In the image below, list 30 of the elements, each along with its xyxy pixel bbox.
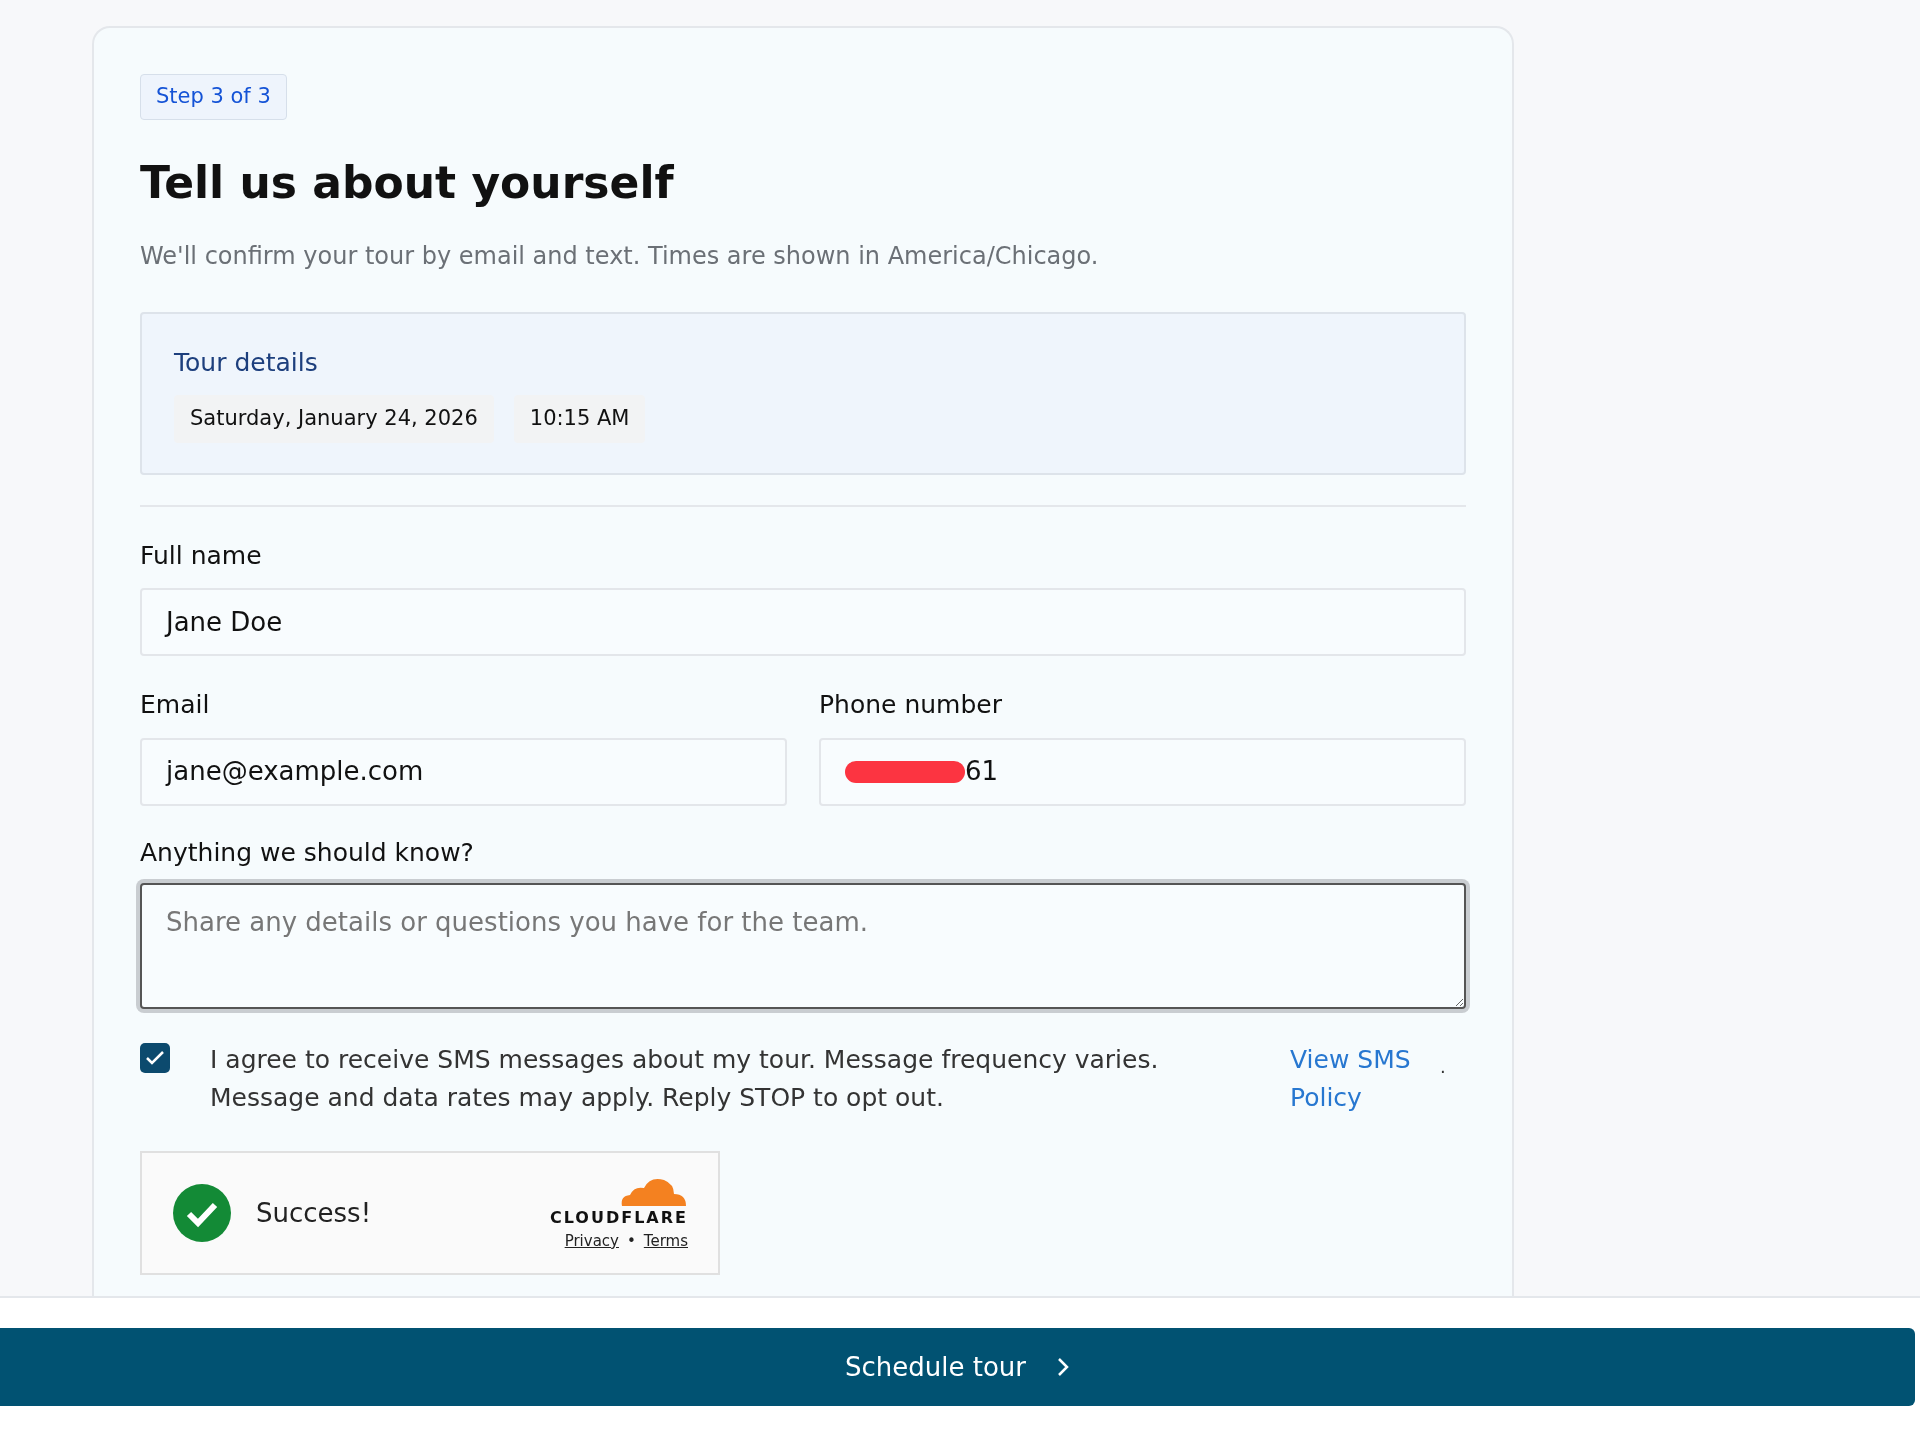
detail-chip: Saturday, January 24, 2026	[174, 395, 494, 443]
captcha-brand: CLOUDFLARE	[550, 1206, 688, 1229]
checkbox[interactable]	[140, 1043, 170, 1073]
link-separator: •	[626, 1230, 636, 1252]
field-value: Jane Doe	[166, 605, 283, 639]
trailing-period: .	[1440, 1055, 1446, 1079]
page-title: Tell us about yourself	[140, 155, 675, 210]
consent-text: I agree to receive SMS messages about my tour. Message frequency varies. Message and data rates may apply. Reply STOP to opt out.	[210, 1044, 1160, 1114]
panel-heading: Tour details	[174, 346, 319, 379]
field-value: 61	[965, 755, 999, 788]
field-label: Anything we should know?	[140, 836, 475, 869]
field-label: Full name	[140, 539, 263, 572]
captcha-status: Success!	[256, 1196, 372, 1230]
sms-policy-link[interactable]: View SMS Policy	[1290, 1041, 1430, 1117]
privacy-link[interactable]: Privacy	[564, 1229, 619, 1253]
notes-field[interactable]: Share any details or questions you have for the team.	[140, 883, 1466, 1009]
subtitle: We'll confirm your tour by email and text. Times are shown in America/Chicago.	[140, 240, 1100, 272]
check-icon	[145, 1050, 165, 1066]
success-check-icon	[172, 1183, 232, 1243]
input-field[interactable]: 61	[819, 737, 1466, 806]
chevron-right-icon	[1056, 1356, 1070, 1378]
input-field[interactable]: jane@example.com	[140, 737, 787, 806]
field-label: Email	[140, 689, 211, 721]
field-label: Phone number	[819, 689, 1003, 721]
terms-link[interactable]: Terms	[643, 1229, 688, 1253]
schedule-tour-button[interactable]: Schedule tour	[0, 1328, 1915, 1406]
step-badge: Step 3 of 3	[140, 74, 287, 120]
detail-chip: 10:15 AM	[513, 395, 646, 443]
field-value: jane@example.com	[166, 755, 424, 788]
input-field[interactable]: Jane Doe	[140, 588, 1466, 656]
